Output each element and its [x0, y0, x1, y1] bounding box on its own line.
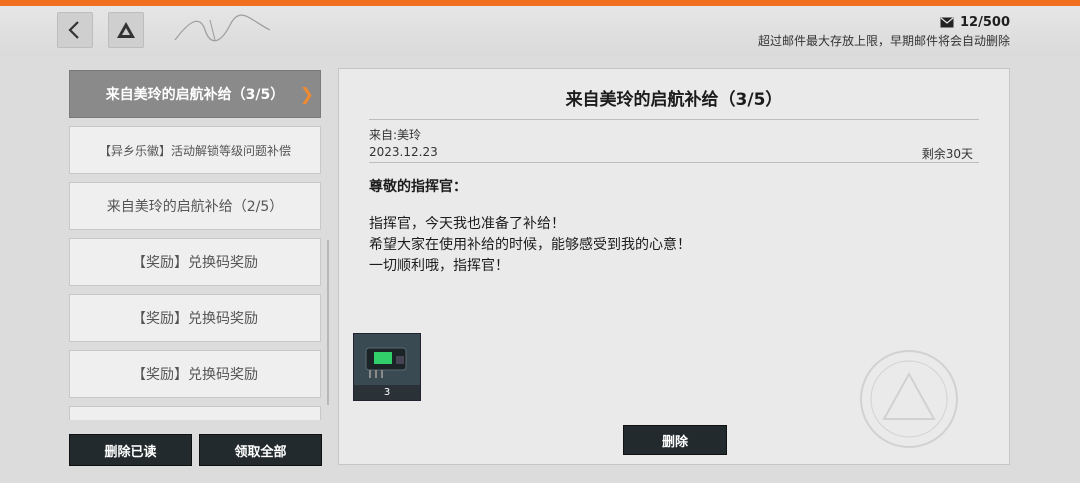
back-button[interactable] [57, 12, 93, 48]
mail-body-line: 一切顺利哦，指挥官！ [369, 258, 509, 274]
footer-info-strip [0, 469, 1080, 483]
mail-list-item[interactable]: 【奖励】兑换码奖励 [69, 294, 321, 342]
home-triangle-icon [117, 22, 135, 38]
divider [369, 119, 979, 120]
reward-item[interactable]: 3 [353, 333, 421, 401]
mail-list-item-title: 【异乡乐徽】活动解锁等级问题补偿 [98, 143, 291, 158]
mail-list-item-title: 来自美玲的启航补给（2/5） [106, 199, 284, 215]
mail-limit-note: 超过邮件最大存放上限，早期邮件将会自动删除 [757, 34, 1010, 48]
delete-read-button[interactable]: 删除已读 [69, 434, 192, 466]
mail-list-item-title: 【奖励】兑换码奖励 [132, 367, 258, 383]
chevron-left-icon [68, 21, 79, 39]
mail-list-item[interactable]: 【奖励】兑换码奖励 [69, 238, 321, 286]
mail-list-item[interactable] [69, 406, 321, 420]
delete-button[interactable]: 删除 [623, 425, 727, 455]
mail-list: · 来自美玲的启航补给（3/5） ❯ 【异乡乐徽】活动解锁等级问题补偿 来自美玲… [69, 70, 321, 420]
mail-list-item[interactable]: · 来自美玲的启航补给（3/5） ❯ [69, 70, 321, 118]
mail-list-scrollbar[interactable] [327, 240, 329, 405]
reward-quantity: 3 [354, 385, 420, 400]
mail-list-item[interactable]: 【异乡乐徽】活动解锁等级问题补偿 [69, 126, 321, 174]
mail-list-item-title: 来自美玲的启航补给（3/5） [105, 87, 285, 103]
mail-date: 2023.12.23 [369, 145, 438, 159]
envelope-icon [940, 17, 954, 28]
mail-greeting: 尊敬的指挥官： [369, 179, 467, 195]
mail-count-text: 12/500 [960, 15, 1010, 30]
mail-sender: 来自:美玲 [369, 128, 422, 142]
mail-list-item[interactable]: 来自美玲的启航补给（2/5） [69, 182, 321, 230]
mail-counter: 12/500 [940, 15, 1010, 30]
claim-all-button[interactable]: 领取全部 [199, 434, 322, 466]
mail-list-item[interactable]: 【奖励】兑换码奖励 [69, 350, 321, 398]
chip-item-icon [365, 347, 407, 378]
signature-mark [174, 14, 271, 42]
mail-body-line: 指挥官，今天我也准备了补给！ [369, 216, 565, 232]
mail-remaining-days: 剩余30天 [921, 147, 973, 161]
home-button[interactable] [108, 12, 144, 48]
divider [369, 162, 979, 163]
mail-list-item-title [70, 407, 320, 420]
mail-body-line: 希望大家在使用补给的时候，能够感受到我的心意！ [369, 237, 691, 253]
mail-list-item-title: 【奖励】兑换码奖励 [132, 311, 258, 327]
mail-list-item-title: 【奖励】兑换码奖励 [132, 255, 258, 271]
mail-detail-panel: 来自美玲的启航补给（3/5） 来自:美玲 2023.12.23 剩余30天 尊敬… [338, 68, 1010, 465]
mail-title: 来自美玲的启航补给（3/5） [565, 90, 783, 110]
chevron-right-icon: ❯ [299, 85, 314, 105]
emblem-watermark [860, 350, 958, 448]
